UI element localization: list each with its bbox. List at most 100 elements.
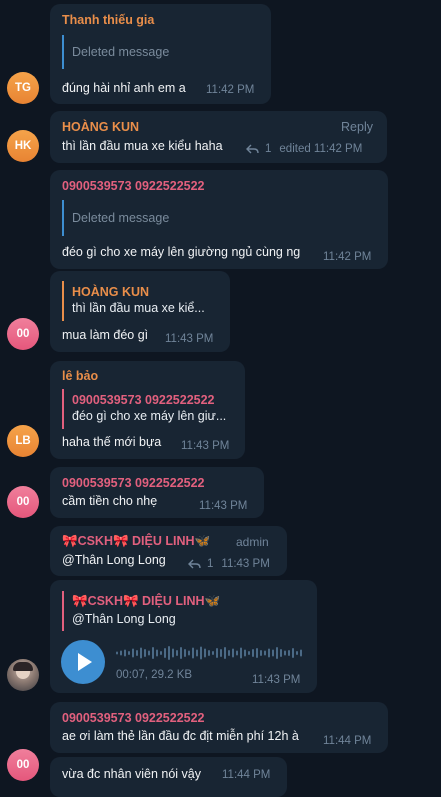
sender-name[interactable]: Thanh thiếu gia: [62, 13, 154, 27]
avatar[interactable]: 00: [7, 486, 39, 518]
waveform-bar: [284, 650, 286, 656]
message-time: 11:44 PM: [222, 769, 271, 781]
message-bubble[interactable]: 0900539573 0922522522 Deleted message đé…: [50, 170, 388, 269]
waveform-bar: [196, 649, 198, 657]
message-time: 11:44 PM: [323, 735, 372, 747]
admin-badge: admin: [236, 535, 269, 549]
message-time: 11:42 PM: [323, 251, 372, 263]
message-bubble[interactable]: vừa đc nhân viên nói vậy 11:44 PM: [50, 757, 287, 797]
message-bubble[interactable]: 0900539573 0922522522 cầm tiền cho nhẹ 1…: [50, 467, 264, 518]
waveform-bar: [208, 650, 210, 656]
waveform-bar: [136, 650, 138, 656]
reply-quote[interactable]: 0900539573 0922522522 đéo gì cho xe máy …: [62, 389, 236, 429]
reply-quote[interactable]: 🎀CSKH🎀 DIỆU LINH🦋 @Thân Long Long: [62, 591, 305, 631]
sender-name[interactable]: 🎀CSKH🎀 DIỆU LINH🦋: [62, 534, 210, 549]
waveform-bar: [148, 650, 150, 656]
avatar[interactable]: HK: [7, 130, 39, 162]
waveform-bar: [204, 648, 206, 658]
waveform-bar: [152, 647, 154, 659]
waveform-bar: [216, 648, 218, 658]
message-text: ae ơi làm thẻ lần đầu đc địt miễn phí 12…: [62, 729, 299, 743]
waveform-bar: [116, 651, 118, 655]
waveform-bar: [168, 646, 170, 660]
avatar[interactable]: LB: [7, 425, 39, 457]
message-time: 11:43 PM: [221, 558, 270, 570]
reply-arrow-icon[interactable]: [246, 144, 259, 154]
quote-text: @Thân Long Long: [72, 612, 176, 626]
reply-button[interactable]: Reply: [341, 120, 373, 134]
avatar[interactable]: 00: [7, 749, 39, 781]
sender-name[interactable]: 0900539573 0922522522: [62, 179, 205, 193]
reply-count[interactable]: 1: [265, 143, 271, 155]
waveform-bar: [212, 651, 214, 655]
message-time: 11:43 PM: [181, 440, 230, 452]
reply-quote[interactable]: Deleted message: [62, 200, 374, 236]
waveform-bar: [296, 651, 298, 655]
reply-count[interactable]: 1: [207, 558, 213, 570]
waveform-bar: [160, 651, 162, 655]
message-bubble[interactable]: HOÀNG KUN thì lần đầu mua xe kiể... mua …: [50, 271, 230, 352]
waveform-bar: [176, 650, 178, 656]
waveform-bar: [124, 649, 126, 657]
message-time: 11:43 PM: [199, 500, 248, 512]
waveform-bar: [164, 648, 166, 658]
message-text: đúng hài nhỉ anh em a: [62, 81, 186, 95]
waveform-bar: [260, 650, 262, 656]
sender-name[interactable]: lê bảo: [62, 369, 98, 383]
message-bubble[interactable]: 🎀CSKH🎀 DIỆU LINH🦋 @Thân Long Long 00:07,…: [50, 580, 317, 693]
voice-waveform[interactable]: [116, 644, 306, 662]
message-text: cầm tiền cho nhẹ: [62, 494, 158, 508]
quote-sender: HOÀNG KUN: [72, 285, 150, 299]
avatar-photo[interactable]: [7, 659, 39, 691]
waveform-bar: [232, 648, 234, 658]
waveform-bar: [288, 650, 290, 656]
message-time: 11:43 PM: [252, 674, 301, 686]
avatar-initials: 00: [16, 328, 30, 340]
waveform-bar: [292, 648, 294, 658]
avatar[interactable]: TG: [7, 72, 39, 104]
message-text: @Thân Long Long: [62, 553, 166, 567]
sender-name[interactable]: 0900539573 0922522522: [62, 476, 205, 490]
quote-text: Deleted message: [72, 45, 170, 59]
message-text: haha thế mới bựa: [62, 435, 162, 449]
waveform-bar: [156, 649, 158, 657]
message-bubble[interactable]: HOÀNG KUN Reply thì lần đầu mua xe kiểu …: [50, 111, 387, 163]
message-bubble[interactable]: 0900539573 0922522522 ae ơi làm thẻ lần …: [50, 702, 388, 753]
waveform-bar: [140, 647, 142, 659]
message-text: vừa đc nhân viên nói vậy: [62, 767, 202, 781]
waveform-bar: [132, 648, 134, 658]
play-icon: [78, 653, 92, 671]
message-meta: 1 11:43 PM: [188, 558, 270, 570]
avatar-initials: TG: [15, 82, 31, 94]
quote-sender: 🎀CSKH🎀 DIỆU LINH🦋: [72, 594, 221, 608]
waveform-bar: [228, 650, 230, 656]
waveform-bar: [120, 650, 122, 656]
message-meta: 1 edited 11:42 PM: [246, 143, 362, 155]
message-text: đéo gì cho xe máy lên giường ngủ cùng ng: [62, 245, 301, 259]
reply-quote[interactable]: Deleted message: [62, 35, 258, 69]
waveform-bar: [180, 647, 182, 659]
message-time: 11:42 PM: [206, 84, 255, 96]
message-bubble[interactable]: lê bảo 0900539573 0922522522 đéo gì cho …: [50, 361, 245, 459]
sender-name[interactable]: HOÀNG KUN: [62, 120, 139, 134]
reply-arrow-icon[interactable]: [188, 559, 201, 569]
avatar[interactable]: 00: [7, 318, 39, 350]
reply-quote[interactable]: HOÀNG KUN thì lần đầu mua xe kiể...: [62, 281, 220, 321]
waveform-bar: [240, 647, 242, 659]
message-time: 11:43 PM: [165, 333, 214, 345]
avatar-initials: HK: [14, 140, 32, 152]
message-bubble[interactable]: Thanh thiếu gia Deleted message đúng hài…: [50, 4, 271, 104]
avatar-initials: LB: [15, 435, 31, 447]
avatar-hair: [13, 662, 33, 671]
quote-text: Deleted message: [72, 211, 170, 225]
message-bubble[interactable]: 🎀CSKH🎀 DIỆU LINH🦋 admin @Thân Long Long …: [50, 526, 287, 576]
play-button[interactable]: [61, 640, 105, 684]
message-text: mua làm đéo gì: [62, 328, 149, 342]
voice-duration: 00:07, 29.2 KB: [116, 669, 193, 681]
waveform-bar: [144, 649, 146, 657]
message-text: thì lần đầu mua xe kiểu haha: [62, 139, 223, 153]
avatar-initials: 00: [16, 759, 30, 771]
waveform-bar: [300, 649, 302, 657]
waveform-bar: [172, 648, 174, 658]
sender-name[interactable]: 0900539573 0922522522: [62, 711, 205, 725]
